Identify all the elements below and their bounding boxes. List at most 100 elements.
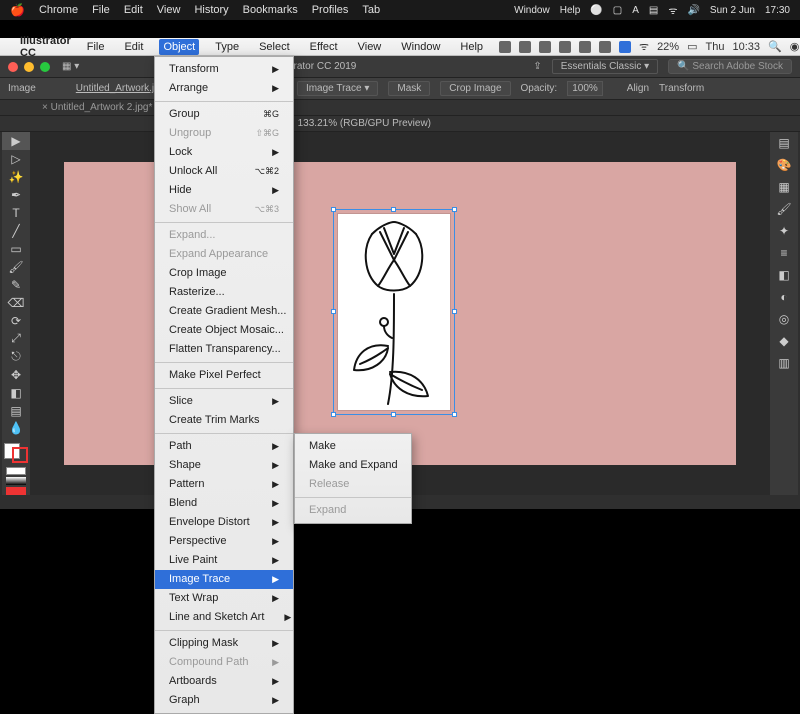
color-mode-chips[interactable] [6, 467, 26, 495]
document-tab[interactable]: × Untitled_Artwork 2.jpg* [42, 102, 152, 113]
selection-tool[interactable]: ▶ [2, 132, 30, 150]
host-menu-profiles[interactable]: Profiles [312, 4, 349, 16]
ai-app-name[interactable]: Illustrator CC [20, 35, 71, 59]
opacity-value[interactable]: 100% [567, 81, 603, 96]
align-panel[interactable]: Align [627, 83, 649, 94]
gradient-tool[interactable]: ▤ [2, 402, 30, 420]
menu-item-blend[interactable]: Blend▶ [155, 494, 293, 513]
swatches-panel-icon[interactable]: ▦ [770, 176, 798, 198]
menu-item-envelope-distort[interactable]: Envelope Distort▶ [155, 513, 293, 532]
host-menu-history[interactable]: History [194, 4, 228, 16]
embedded-doc-name[interactable]: Untitled_Artwork.jpg [76, 83, 165, 94]
scale-tool[interactable]: ⤢ [2, 330, 30, 348]
properties-panel-icon[interactable]: ▤ [770, 132, 798, 154]
wifi-icon[interactable]: ᯤ [668, 3, 677, 17]
ai-menu-file[interactable]: File [83, 39, 109, 55]
wifi-icon[interactable]: ᯤ [639, 39, 649, 54]
menu-item-rasterize-[interactable]: Rasterize... [155, 283, 293, 302]
menu-item-shape[interactable]: Shape▶ [155, 456, 293, 475]
stroke-panel-icon[interactable]: ≡ [770, 242, 798, 264]
fill-stroke-swatch[interactable] [4, 443, 28, 463]
ai-menu-type[interactable]: Type [211, 39, 243, 55]
brushes-panel-icon[interactable]: 🖌 [770, 198, 798, 220]
host-menu-edit[interactable]: Edit [124, 4, 143, 16]
menu-item-transform[interactable]: Transform▶ [155, 60, 293, 79]
placed-image[interactable] [338, 214, 450, 410]
eyedropper-tool[interactable]: 💧 [2, 420, 30, 438]
menu-item-path[interactable]: Path▶ [155, 437, 293, 456]
spotlight-icon[interactable]: 🔍 [768, 40, 782, 53]
siri-icon[interactable]: ◉ [790, 40, 800, 53]
ai-menu-help[interactable]: Help [456, 39, 487, 55]
menu-item-artboards[interactable]: Artboards▶ [155, 672, 293, 691]
menu-item-crop-image[interactable]: Crop Image [155, 264, 293, 283]
pencil-tool[interactable]: ✎ [2, 276, 30, 294]
ai-menu-view[interactable]: View [354, 39, 386, 55]
menu-item-image-trace[interactable]: Image Trace▶ [155, 570, 293, 589]
symbols-panel-icon[interactable]: ✦ [770, 220, 798, 242]
image-trace-button[interactable]: Image Trace ▾ [297, 81, 378, 96]
window-controls[interactable] [8, 62, 50, 72]
menu-item-perspective[interactable]: Perspective▶ [155, 532, 293, 551]
color-panel-icon[interactable]: 🎨 [770, 154, 798, 176]
search-input[interactable]: 🔍 Search Adobe Stock [668, 59, 792, 74]
host-menu-window[interactable]: Window [514, 5, 550, 16]
direct-selection-tool[interactable]: ▷ [2, 150, 30, 168]
zoom-icon[interactable] [40, 62, 50, 72]
workspace-switcher[interactable]: Essentials Classic ▾ [552, 59, 658, 74]
transparency-panel-icon[interactable]: ◐ [770, 286, 798, 308]
ai-menu-effect[interactable]: Effect [306, 39, 342, 55]
menu-item-clipping-mask[interactable]: Clipping Mask▶ [155, 634, 293, 653]
menu-item-slice[interactable]: Slice▶ [155, 392, 293, 411]
crop-image-button[interactable]: Crop Image [440, 81, 510, 96]
menu-item-make-pixel-perfect[interactable]: Make Pixel Perfect [155, 366, 293, 385]
menu-item-create-object-mosaic-[interactable]: Create Object Mosaic... [155, 321, 293, 340]
host-menu-tab[interactable]: Tab [362, 4, 380, 16]
menu-item-graph[interactable]: Graph▶ [155, 691, 293, 710]
arrange-icon[interactable]: ▦ ▾ [62, 61, 79, 72]
volume-icon[interactable]: 🔊 [687, 5, 699, 16]
menu-item-text-wrap[interactable]: Text Wrap▶ [155, 589, 293, 608]
host-menu-help[interactable]: Help [560, 5, 581, 16]
menu-item-unlock-all[interactable]: Unlock All⌥⌘2 [155, 162, 293, 181]
graphicstyles-panel-icon[interactable]: ◆ [770, 330, 798, 352]
menu-item-create-trim-marks[interactable]: Create Trim Marks [155, 411, 293, 430]
submenu-item-make[interactable]: Make [295, 437, 411, 456]
type-tool[interactable]: T [2, 204, 30, 222]
free-transform-tool[interactable]: ✥ [2, 366, 30, 384]
ai-menu-window[interactable]: Window [397, 39, 444, 55]
host-menu-view[interactable]: View [157, 4, 181, 16]
menu-item-arrange[interactable]: Arrange▶ [155, 79, 293, 98]
menu-item-hide[interactable]: Hide▶ [155, 181, 293, 200]
rectangle-tool[interactable]: ▭ [2, 240, 30, 258]
pen-tool[interactable]: ✒ [2, 186, 30, 204]
mask-button[interactable]: Mask [388, 81, 430, 96]
submenu-item-make-and-expand[interactable]: Make and Expand [295, 456, 411, 475]
eraser-tool[interactable]: ⌫ [2, 294, 30, 312]
appearance-panel-icon[interactable]: ◎ [770, 308, 798, 330]
host-menu-bookmarks[interactable]: Bookmarks [243, 4, 298, 16]
layers-panel-icon[interactable]: ▥ [770, 352, 798, 374]
width-tool[interactable]: ⎋ [2, 348, 30, 366]
apple-menu-icon[interactable]: 🍎 [10, 3, 25, 17]
host-menu-file[interactable]: File [92, 4, 110, 16]
paintbrush-tool[interactable]: 🖌 [2, 258, 30, 276]
menu-item-live-paint[interactable]: Live Paint▶ [155, 551, 293, 570]
ai-menu-object[interactable]: Object [159, 39, 199, 55]
rotate-tool[interactable]: ⟳ [2, 312, 30, 330]
ai-menu-select[interactable]: Select [255, 39, 294, 55]
share-icon[interactable]: ⇪ [533, 61, 541, 72]
transform-panel[interactable]: Transform [659, 83, 704, 94]
ai-menu-edit[interactable]: Edit [120, 39, 147, 55]
gradient-panel-icon[interactable]: ◧ [770, 264, 798, 286]
menu-item-group[interactable]: Group⌘G [155, 105, 293, 124]
menu-item-flatten-transparency-[interactable]: Flatten Transparency... [155, 340, 293, 359]
shape-builder-tool[interactable]: ◧ [2, 384, 30, 402]
line-tool[interactable]: ╱ [2, 222, 30, 240]
menu-item-create-gradient-mesh-[interactable]: Create Gradient Mesh... [155, 302, 293, 321]
menu-item-lock[interactable]: Lock▶ [155, 143, 293, 162]
magic-wand-tool[interactable]: ✨ [2, 168, 30, 186]
host-app-name[interactable]: Chrome [39, 4, 78, 16]
close-icon[interactable] [8, 62, 18, 72]
minimize-icon[interactable] [24, 62, 34, 72]
